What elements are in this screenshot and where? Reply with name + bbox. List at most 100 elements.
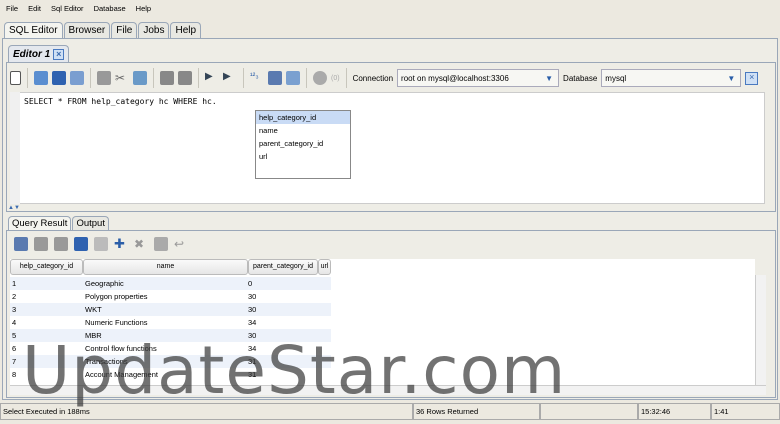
table-row[interactable]: 8 Account Management 31: [10, 368, 331, 381]
status-position: 1:41: [711, 403, 780, 420]
save-icon[interactable]: [52, 71, 66, 85]
table-row[interactable]: 3 WKT 30: [10, 303, 331, 316]
result-toolbar: ✚ ✖ ↩: [14, 237, 188, 251]
table-cell: MBR: [85, 331, 102, 340]
table-header: help_category_id name parent_category_id…: [10, 259, 755, 275]
table-cell: [318, 316, 331, 329]
delete-row-icon[interactable]: ✖: [134, 237, 148, 251]
table-row[interactable]: 7 Transactions 31: [10, 355, 331, 368]
undo-icon[interactable]: ↩: [174, 237, 188, 251]
tab-query-result[interactable]: Query Result: [8, 216, 72, 230]
menu-bar: File Edit Sql Editor Database Help: [0, 0, 780, 17]
connection-value: root on mysql@localhost:3306: [401, 73, 509, 83]
stop-icon[interactable]: [313, 71, 327, 85]
table-cell: 0: [248, 279, 253, 288]
save-all-icon[interactable]: [70, 71, 84, 85]
table-cell: Account Management: [85, 370, 158, 379]
separator: [198, 68, 199, 88]
autocomplete-popup: help_category_id name parent_category_id…: [255, 110, 351, 179]
apply-icon[interactable]: [154, 237, 168, 251]
menu-file[interactable]: File: [6, 4, 18, 13]
commit-icon[interactable]: [160, 71, 174, 85]
editor-toolbar: ✂ ▶ ▶ ¹²₃ (0) Connection root on mysql@l…: [10, 66, 774, 90]
copy-icon[interactable]: [34, 237, 48, 251]
sql-editor[interactable]: [10, 92, 765, 204]
export-icon[interactable]: [268, 71, 282, 85]
column-header[interactable]: url: [318, 259, 331, 275]
database-select[interactable]: mysql ▼: [601, 69, 742, 87]
table-cell: 30: [248, 292, 257, 301]
tab-browser[interactable]: Browser: [63, 22, 111, 38]
table-cell: 8: [12, 370, 17, 379]
table-cell: 30: [248, 331, 257, 340]
execute-all-icon[interactable]: ▶: [223, 71, 237, 85]
close-icon[interactable]: ×: [53, 48, 65, 60]
table-cell: [318, 355, 331, 368]
autocomplete-item[interactable]: parent_category_id: [256, 137, 350, 150]
table-cell: 4: [12, 318, 17, 327]
table-row[interactable]: 6 Control flow functions 34: [10, 342, 331, 355]
execute-icon[interactable]: ▶: [205, 71, 219, 85]
column-header[interactable]: parent_category_id: [248, 259, 318, 275]
vertical-scrollbar[interactable]: [755, 275, 766, 385]
copy-all-icon[interactable]: [54, 237, 68, 251]
tab-help[interactable]: Help: [170, 22, 202, 38]
table-cell: Numeric Functions: [85, 318, 148, 327]
menu-sql-editor[interactable]: Sql Editor: [51, 4, 84, 13]
table-cell: 34: [248, 318, 257, 327]
splitter-handle[interactable]: ▲▼: [8, 205, 774, 211]
explain-icon[interactable]: [286, 71, 300, 85]
column-header[interactable]: help_category_id: [10, 259, 83, 275]
menu-help[interactable]: Help: [136, 4, 151, 13]
table-cell: 5: [12, 331, 17, 340]
autocomplete-item[interactable]: name: [256, 124, 350, 137]
cut-icon[interactable]: ✂: [115, 71, 129, 85]
database-label: Database: [563, 73, 598, 83]
horizontal-scrollbar[interactable]: [10, 385, 766, 395]
paste-icon[interactable]: [133, 71, 147, 85]
numbers-icon[interactable]: ¹²₃: [250, 71, 264, 85]
table-cell: Geographic: [85, 279, 124, 288]
running-count: (0): [331, 74, 340, 82]
refresh-icon[interactable]: [14, 237, 28, 251]
list-icon[interactable]: [94, 237, 108, 251]
table-cell: Transactions: [85, 357, 128, 366]
autocomplete-item[interactable]: help_category_id: [256, 111, 350, 124]
tab-file[interactable]: File: [111, 22, 138, 38]
add-row-icon[interactable]: ✚: [114, 237, 128, 251]
connection-select[interactable]: root on mysql@localhost:3306 ▼: [397, 69, 560, 87]
table-cell: 1: [12, 279, 17, 288]
separator: [153, 68, 154, 88]
open-folder-icon[interactable]: [34, 71, 48, 85]
menu-database[interactable]: Database: [94, 4, 126, 13]
table-cell: 6: [12, 344, 17, 353]
tab-jobs[interactable]: Jobs: [138, 22, 170, 38]
main-tabs: SQL Editor Browser File Jobs Help: [4, 21, 202, 38]
table-row[interactable]: 1 Geographic 0: [10, 277, 331, 290]
table-cell: [318, 329, 331, 342]
database-value: mysql: [605, 73, 627, 83]
table-cell: Control flow functions: [85, 344, 157, 353]
rollback-icon[interactable]: [178, 71, 192, 85]
autocomplete-item[interactable]: url: [256, 150, 350, 163]
table-cell: 3: [12, 305, 17, 314]
status-rows: 36 Rows Returned: [413, 403, 540, 420]
new-file-icon[interactable]: [10, 71, 21, 85]
tab-output[interactable]: Output: [72, 216, 109, 230]
sql-text[interactable]: SELECT * FROM help_category hc WHERE hc.: [24, 97, 217, 106]
status-time: 15:32:46: [638, 403, 711, 420]
tab-editor-1[interactable]: Editor 1 ×: [8, 45, 70, 62]
table-row[interactable]: 2 Polygon properties 30: [10, 290, 331, 303]
menu-edit[interactable]: Edit: [28, 4, 41, 13]
close-connection-icon[interactable]: ×: [745, 71, 759, 85]
table-cell: 7: [12, 357, 17, 366]
table-row[interactable]: 5 MBR 30: [10, 329, 331, 342]
save-icon[interactable]: [74, 237, 88, 251]
separator: [90, 68, 91, 88]
copy-icon[interactable]: [97, 71, 111, 85]
table-row[interactable]: 4 Numeric Functions 34: [10, 316, 331, 329]
tab-sql-editor[interactable]: SQL Editor: [4, 22, 63, 38]
table-cell: 30: [248, 305, 257, 314]
column-header[interactable]: name: [83, 259, 248, 275]
table-body: 1 Geographic 0 2 Polygon properties 30 3 WKT 30 4…: [10, 277, 755, 381]
